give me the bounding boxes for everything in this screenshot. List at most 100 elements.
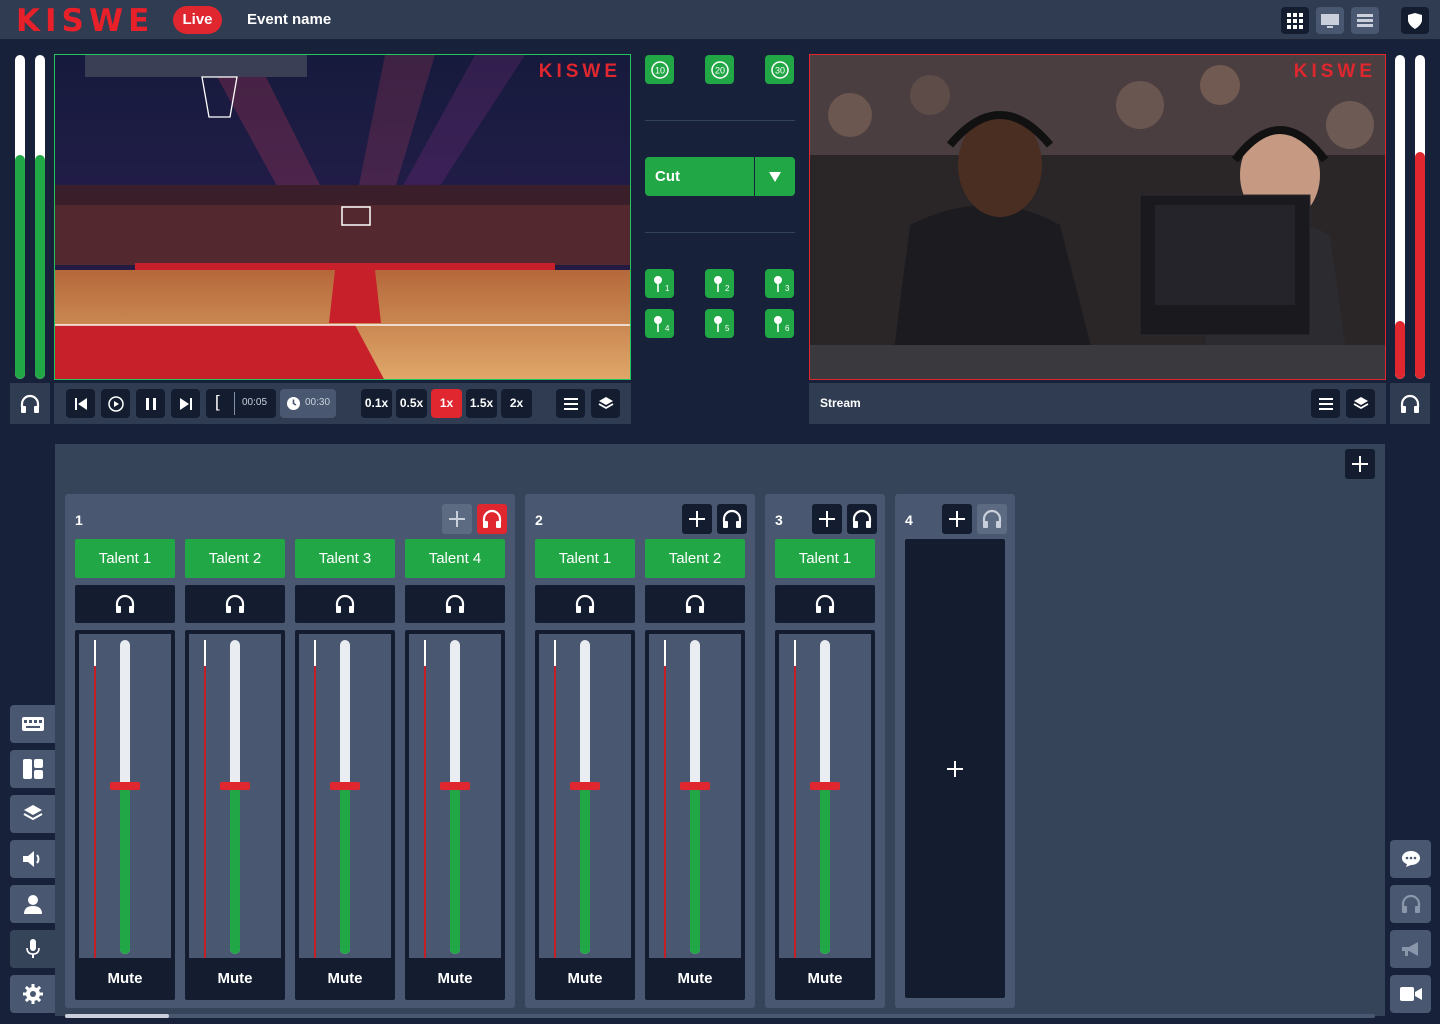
monitor-view-button[interactable] [1316, 7, 1344, 34]
add-talent-button[interactable] [682, 504, 712, 534]
talent-monitor-button[interactable] [295, 585, 395, 623]
menu-button-right[interactable] [1311, 389, 1340, 418]
mute-button[interactable]: Mute [779, 963, 871, 995]
fader-handle[interactable] [570, 782, 600, 790]
mute-button[interactable]: Mute [539, 963, 631, 995]
headphones-right-button[interactable] [1390, 383, 1430, 424]
replay-button[interactable] [101, 389, 130, 418]
rewind-20-button[interactable]: 20 [705, 55, 734, 84]
program-video-preview[interactable]: KISWE [809, 54, 1386, 380]
headphones-left-button[interactable] [10, 383, 50, 424]
layers-button-right[interactable] [1346, 389, 1375, 418]
mixer-scrollbar[interactable] [65, 1014, 1375, 1018]
list-view-button[interactable] [1351, 7, 1379, 34]
layers-icon [1353, 396, 1368, 409]
speed-1x[interactable]: 1x [431, 389, 462, 418]
marker-3-button[interactable]: 3 [765, 269, 794, 298]
marker-6-button[interactable]: 6 [765, 309, 794, 338]
announce-button[interactable] [1390, 930, 1431, 968]
fader-handle[interactable] [110, 782, 140, 790]
talent-button[interactable]: Talent 4 [405, 539, 505, 578]
fader-handle[interactable] [330, 782, 360, 790]
pin-icon: 6 [773, 315, 790, 333]
mute-button[interactable]: Mute [79, 963, 171, 995]
layout-panel-button[interactable] [10, 750, 55, 788]
mute-button[interactable]: Mute [189, 963, 281, 995]
skip-back-button[interactable] [66, 389, 95, 418]
add-talent-slot[interactable] [905, 539, 1005, 998]
speed-1-5x[interactable]: 1.5x [466, 389, 497, 418]
talent-button[interactable]: Talent 1 [75, 539, 175, 578]
mute-button[interactable]: Mute [409, 963, 501, 995]
audio-panel-button[interactable] [10, 840, 55, 878]
cut-button[interactable]: Cut [645, 157, 754, 196]
talent-monitor-button[interactable] [535, 585, 635, 623]
intercom-button[interactable] [1390, 885, 1431, 923]
pause-button[interactable] [136, 389, 165, 418]
volume-fader[interactable] [645, 630, 745, 1000]
fader-handle[interactable] [680, 782, 710, 790]
talent-button[interactable]: Talent 3 [295, 539, 395, 578]
settings-panel-button[interactable] [10, 975, 55, 1013]
mute-button[interactable]: Mute [649, 963, 741, 995]
marker-2-button[interactable]: 2 [705, 269, 734, 298]
scrollbar-thumb[interactable] [65, 1014, 169, 1018]
mark-in-control[interactable]: [ 00:05 [206, 389, 276, 418]
layers-panel-button[interactable] [10, 795, 55, 833]
volume-fader[interactable] [775, 630, 875, 1000]
replay-video-preview[interactable]: KISWE [54, 54, 631, 380]
speed-0-5x[interactable]: 0.5x [396, 389, 427, 418]
group-monitor-button[interactable] [847, 504, 877, 534]
watermark-left: KISWE [538, 61, 621, 82]
marker-5-button[interactable]: 5 [705, 309, 734, 338]
marker-1-button[interactable]: 1 [645, 269, 674, 298]
volume-fader[interactable] [535, 630, 635, 1000]
talent-button[interactable]: Talent 1 [775, 539, 875, 578]
talent-button[interactable]: Talent 1 [535, 539, 635, 578]
audio-meter-left-1 [15, 55, 25, 379]
talent-monitor-button[interactable] [405, 585, 505, 623]
marker-4-button[interactable]: 4 [645, 309, 674, 338]
duration-control[interactable]: 00:30 [280, 389, 336, 418]
group-monitor-button[interactable] [717, 504, 747, 534]
talent-monitor-button[interactable] [75, 585, 175, 623]
group-monitor-button[interactable] [477, 504, 507, 534]
speed-0-1x[interactable]: 0.1x [361, 389, 392, 418]
keyboard-panel-button[interactable] [10, 705, 55, 743]
mute-button[interactable]: Mute [299, 963, 391, 995]
fader-handle[interactable] [440, 782, 470, 790]
shield-button[interactable] [1401, 7, 1429, 34]
add-group-button[interactable] [1345, 449, 1375, 479]
talent-monitor-button[interactable] [645, 585, 745, 623]
fader-handle[interactable] [220, 782, 250, 790]
group-monitor-button[interactable] [977, 504, 1007, 534]
menu-button-left[interactable] [556, 389, 585, 418]
rewind-30-button[interactable]: 30 [765, 55, 794, 84]
svg-text:6: 6 [785, 324, 790, 333]
talent-button[interactable]: Talent 2 [645, 539, 745, 578]
grid-view-button[interactable] [1281, 7, 1309, 34]
video-call-button[interactable] [1390, 975, 1431, 1013]
microphone-panel-button[interactable] [10, 930, 55, 968]
volume-fader[interactable] [185, 630, 285, 1000]
volume-fader[interactable] [405, 630, 505, 1000]
list-icon [1357, 13, 1373, 27]
talent-monitor-button[interactable] [775, 585, 875, 623]
talent-panel-button[interactable] [10, 885, 55, 923]
chat-button[interactable] [1390, 840, 1431, 878]
add-talent-button[interactable] [812, 504, 842, 534]
volume-fader[interactable] [295, 630, 395, 1000]
volume-fader[interactable] [75, 630, 175, 1000]
talent-monitor-button[interactable] [185, 585, 285, 623]
rewind-10-button[interactable]: 10 [645, 55, 674, 84]
fader-handle[interactable] [810, 782, 840, 790]
add-talent-button[interactable] [442, 504, 472, 534]
add-talent-button[interactable] [942, 504, 972, 534]
chevron-down-icon [769, 171, 781, 182]
layers-button-left[interactable] [591, 389, 620, 418]
speed-2x[interactable]: 2x [501, 389, 532, 418]
live-badge[interactable]: Live [173, 6, 222, 34]
cut-dropdown-button[interactable] [755, 157, 795, 196]
talent-button[interactable]: Talent 2 [185, 539, 285, 578]
skip-forward-button[interactable] [171, 389, 200, 418]
